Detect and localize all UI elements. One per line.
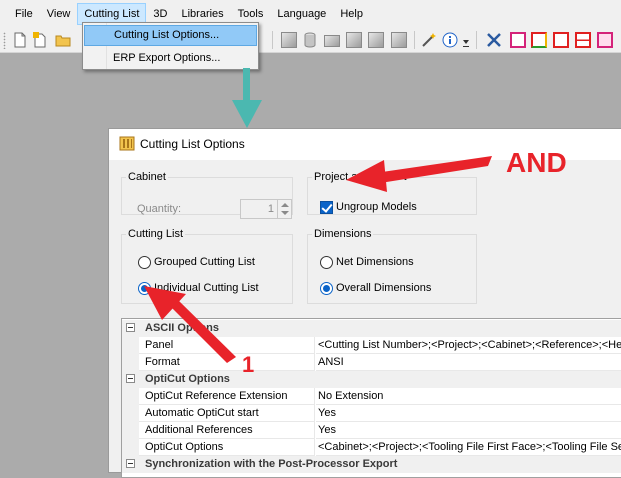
cutting-list-icon [119,136,135,151]
property-value[interactable]: <Cutting List Number>;<Project>;<Cabinet… [316,337,621,354]
new-from-template-icon[interactable] [32,32,48,48]
property-row[interactable]: OptiCut Reference Extension No Extension [122,388,621,405]
property-name: Panel [139,337,315,354]
net-dimensions-radio[interactable] [320,256,333,269]
frame-color-icon[interactable] [531,32,547,48]
options-property-grid[interactable]: ASCII Options Panel <Cutting List Number… [121,318,621,478]
explode-icon[interactable] [368,32,384,48]
wand-icon[interactable] [421,32,437,48]
property-value[interactable]: ANSI [316,354,621,371]
overall-dimensions-radio[interactable] [320,282,333,295]
teal-arrow-icon [232,68,262,128]
collapse-icon[interactable] [126,459,135,468]
cutting-list-dropdown: Cutting List Options... ERP Export Optio… [82,22,259,70]
grouped-cutting-list-label[interactable]: Grouped Cutting List [154,256,255,268]
property-value[interactable]: Yes [316,422,621,439]
category-label: Synchronization with the Post-Processor … [145,458,398,470]
property-row[interactable]: Format ANSI [122,354,621,371]
menu-file[interactable]: File [8,3,40,25]
category-ascii-options[interactable]: ASCII Options [122,320,621,337]
category-opticut-options[interactable]: OptiCut Options [122,371,621,388]
tools-icon[interactable] [486,32,502,48]
frame-pink-icon[interactable] [597,32,613,48]
dropdown-arrow-icon[interactable] [462,32,470,48]
property-name: Format [139,354,315,371]
property-value[interactable]: Yes [316,405,621,422]
category-label: OptiCut Options [145,373,230,385]
quantity-stepper[interactable]: 1 [240,199,292,219]
cutting-list-group: Cutting List Grouped Cutting List Indivi… [121,228,293,304]
menu-view[interactable]: View [40,3,78,25]
erp-export-options-item[interactable]: ERP Export Options... [84,48,257,69]
toolbar-grip[interactable] [3,32,6,49]
copy-box-icon[interactable] [391,32,407,48]
dimensions-group: Dimensions Net Dimensions Overall Dimens… [307,228,477,304]
property-name: Additional References [139,422,315,439]
menu-language[interactable]: Language [270,3,333,25]
property-name: OptiCut Options [139,439,315,456]
property-row[interactable]: Panel <Cutting List Number>;<Project>;<C… [122,337,621,354]
property-name: Automatic OptiCut start [139,405,315,422]
category-synchronization[interactable]: Synchronization with the Post-Processor … [122,456,621,473]
grouped-cutting-list-radio[interactable] [138,256,151,269]
category-label: ASCII Options [145,322,219,334]
new-icon[interactable] [12,32,28,48]
property-row[interactable]: Additional References Yes [122,422,621,439]
property-row[interactable]: Automatic OptiCut start Yes [122,405,621,422]
project-legend: Project an t [314,171,407,183]
menu-help[interactable]: Help [333,3,370,25]
step-one-annotation: 1 [242,352,255,377]
box-panel-icon[interactable] [324,35,340,47]
cutting-list-options-dialog: Cutting List Options Cabinet Quantity: 1… [108,128,621,478]
frame-magenta-icon[interactable] [510,32,526,48]
collapse-icon[interactable] [126,374,135,383]
cutting-list-legend: Cutting List [128,228,184,240]
cutting-list-options-item[interactable]: Cutting List Options... [84,25,257,46]
project-group: Project an t Ungroup Models [307,171,477,215]
cabinet-group: Cabinet Quantity: 1 [121,171,293,219]
and-annotation: AND [506,147,567,178]
property-value[interactable]: No Extension [316,388,621,405]
ungroup-models-checkbox[interactable] [320,201,333,214]
group-icon[interactable] [346,32,362,48]
individual-cutting-list-radio[interactable] [138,282,151,295]
cube-icon[interactable] [281,32,297,48]
ungroup-models-label[interactable]: Ungroup Models [336,201,417,213]
collapse-icon[interactable] [126,323,135,332]
cabinet-legend: Cabinet [128,171,166,183]
info-icon[interactable] [442,32,458,48]
net-dimensions-label[interactable]: Net Dimensions [336,256,414,268]
frame-red-split-icon[interactable] [575,32,591,48]
property-value[interactable]: <Cabinet>;<Project>;<Tooling File First … [316,439,621,456]
spin-down-icon[interactable] [281,211,289,215]
property-name: OptiCut Reference Extension [139,388,315,405]
open-folder-icon[interactable] [55,32,71,48]
quantity-label: Quantity: [137,203,182,215]
dimensions-legend: Dimensions [314,228,372,240]
dialog-title: Cutting List Options [140,137,245,151]
frame-red-icon[interactable] [553,32,569,48]
overall-dimensions-label[interactable]: Overall Dimensions [336,282,431,294]
spin-up-icon[interactable] [281,203,289,207]
property-row[interactable]: OptiCut Options <Cabinet>;<Project>;<Too… [122,439,621,456]
individual-cutting-list-label[interactable]: Individual Cutting List [154,282,259,294]
cylinder-icon[interactable] [302,32,318,48]
quantity-spin-buttons[interactable] [277,200,291,218]
quantity-value: 1 [267,203,274,215]
